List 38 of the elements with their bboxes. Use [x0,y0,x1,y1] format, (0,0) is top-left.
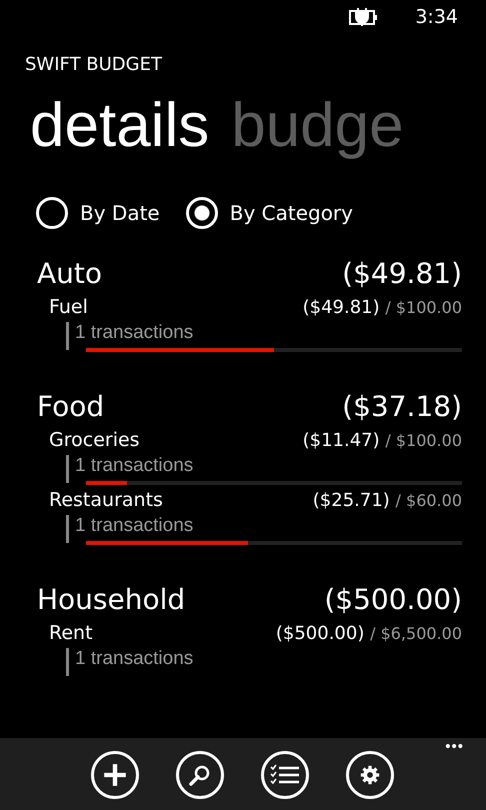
category-name: Auto [37,257,102,290]
category-name: Household [37,583,186,616]
subcategory-name: Fuel [49,296,88,318]
clock-time: 3:34 [415,6,458,28]
search-button[interactable] [176,751,224,799]
spent-amount: ($25.71) [312,490,390,511]
add-button[interactable] [91,751,139,799]
budget-amount: / $100.00 [385,431,462,450]
search-icon [188,763,212,787]
subcategory-name: Groceries [49,429,140,451]
budget-amount: / $6,500.00 [370,624,462,643]
radio-button[interactable] [36,197,68,229]
category-total: ($500.00) [324,583,462,616]
transaction-count: 1 transactions [75,648,194,669]
checklist-icon [270,764,300,786]
radio-label[interactable]: By Date [80,201,160,225]
app-title: SWIFT BUDGET [25,54,163,75]
pivot-header[interactable]: details [30,90,210,160]
more-button[interactable]: ••• [445,738,464,755]
transaction-count: 1 transactions [75,515,194,536]
category-total: ($49.81) [342,257,462,290]
transaction-count: 1 transactions [75,455,194,476]
settings-button[interactable] [346,751,394,799]
subcategory-name: Rent [49,622,93,644]
spent-amount: ($49.81) [302,297,380,318]
budget-amount: / $60.00 [396,491,462,510]
transaction-count: 1 transactions [75,322,194,343]
budget-amount: / $100.00 [385,298,462,317]
list-button[interactable] [261,751,309,799]
spent-amount: ($11.47) [302,430,380,451]
category-total: ($37.18) [342,390,462,423]
radio-label[interactable]: By Category [230,201,353,225]
spent-amount: ($500.00) [276,623,364,644]
plus-icon [102,762,128,788]
subcategory-name: Restaurants [49,489,163,511]
battery-charging-icon [349,8,380,26]
radio-button[interactable] [186,197,218,229]
category-name: Food [37,390,104,423]
